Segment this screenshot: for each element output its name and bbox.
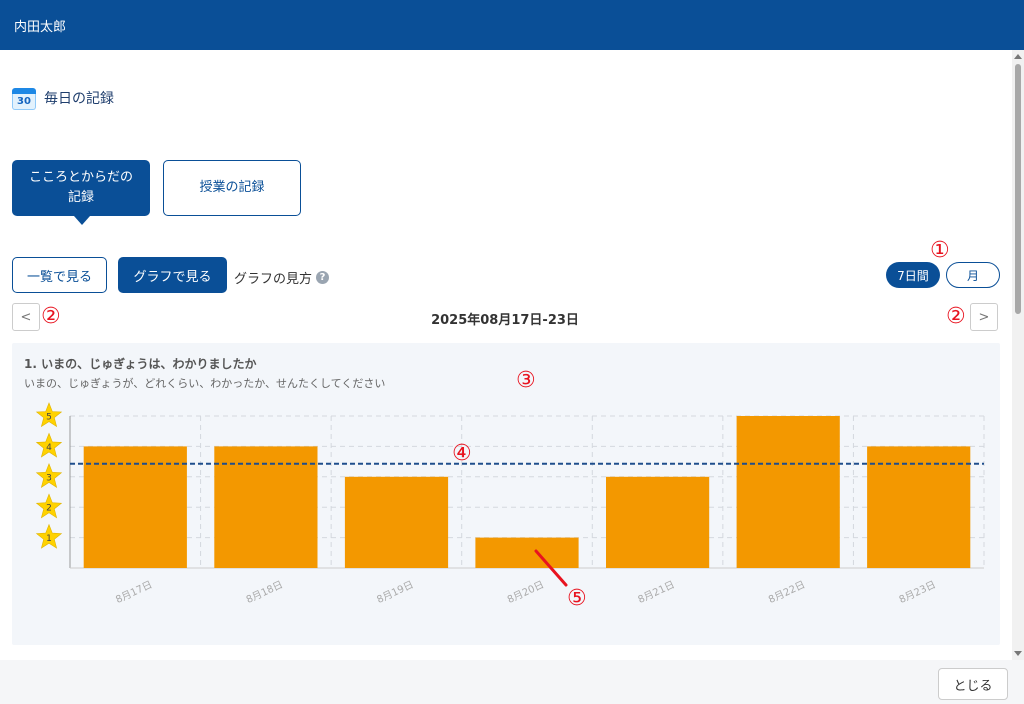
- bar-chart: 123458月17日 8月18日 8月19日 8月20日 8月21日 8月22日 8月23日: [35, 402, 985, 606]
- annotation-marker-3: ③: [516, 368, 536, 393]
- bar: [736, 416, 840, 568]
- bar: [344, 476, 449, 568]
- y-tick-label: 2: [46, 504, 52, 514]
- y-tick-label: 1: [46, 534, 52, 544]
- top-bar: 内田太郎: [0, 0, 1024, 50]
- scrollbar[interactable]: [1012, 50, 1024, 660]
- footer-bar: [0, 660, 1024, 704]
- x-tick-label: 8月18日: [244, 579, 285, 606]
- graph-view-button[interactable]: グラフで見る: [118, 257, 227, 293]
- y-tick-label: 4: [46, 443, 52, 453]
- x-tick-label: 8月19日: [375, 579, 416, 606]
- annotation-pointer-line: [534, 549, 568, 587]
- y-tick-label: 3: [46, 473, 52, 483]
- bar: [606, 476, 710, 568]
- period-month-button[interactable]: 月: [946, 262, 1000, 288]
- page-title-label: 毎日の記録: [44, 91, 114, 107]
- scroll-down-arrow-icon[interactable]: [1014, 651, 1022, 656]
- next-period-button[interactable]: >: [970, 303, 998, 331]
- annotation-marker-5: ⑤: [567, 586, 587, 611]
- graph-help-link[interactable]: グラフの見方 ?: [234, 268, 330, 287]
- x-tick-label: 8月17日: [114, 579, 155, 606]
- period-7days-button[interactable]: 7日間: [886, 262, 940, 288]
- annotation-marker-1: ①: [930, 238, 950, 263]
- help-icon: ?: [316, 271, 330, 284]
- x-tick-label: 8月21日: [636, 579, 677, 606]
- page-title: 30 毎日の記録: [12, 86, 114, 110]
- list-view-button[interactable]: 一覧で見る: [12, 257, 107, 293]
- scroll-up-arrow-icon[interactable]: [1014, 54, 1022, 59]
- y-tick-label: 5: [46, 413, 52, 423]
- tab-class-record[interactable]: 授業の記録: [163, 160, 301, 216]
- x-tick-label: 8月23日: [897, 579, 938, 606]
- graph-help-label: グラフの見方: [234, 272, 313, 287]
- question-card: 1. いまの、じゅぎょうは、わかりましたか いまの、じゅぎょうが、どれくらい、わ…: [12, 343, 1000, 645]
- user-name: 内田太郎: [14, 20, 67, 35]
- tab-label: こころとからだの記録: [28, 170, 133, 205]
- scrollbar-thumb[interactable]: [1015, 64, 1021, 314]
- x-tick-label: 8月22日: [767, 579, 808, 606]
- tab-mind-body-record[interactable]: こころとからだの記録: [12, 160, 150, 225]
- close-button[interactable]: とじる: [938, 668, 1008, 700]
- tab-label: 授業の記録: [199, 180, 265, 195]
- annotation-marker-2-left: ②: [41, 304, 61, 329]
- date-range-label: 2025年08月17日-23日: [431, 313, 579, 328]
- calendar-icon: 30: [12, 86, 36, 110]
- annotation-marker-4: ④: [452, 441, 472, 466]
- annotation-marker-2-right: ②: [946, 304, 966, 329]
